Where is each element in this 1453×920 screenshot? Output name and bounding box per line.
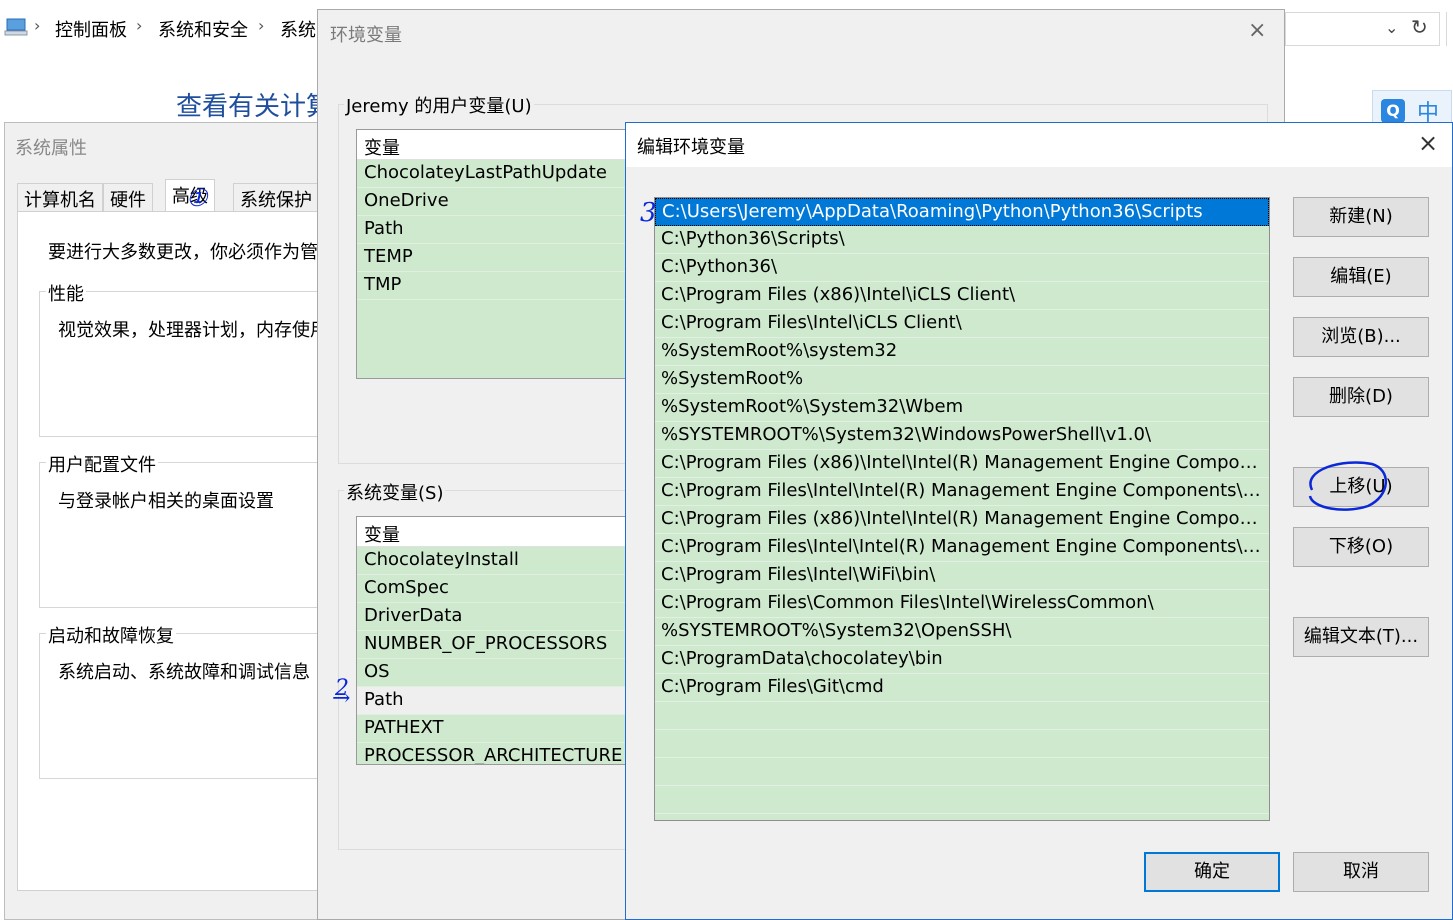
page-title: 查看有关计算 bbox=[176, 92, 333, 122]
chevron-down-icon[interactable]: ⌄ bbox=[1385, 18, 1398, 37]
chevron-right-icon: › bbox=[34, 16, 41, 35]
browse-button[interactable]: 浏览(B)... bbox=[1293, 317, 1429, 357]
list-item[interactable]: Path bbox=[357, 216, 655, 244]
annotation-mark-tab: ① bbox=[186, 184, 208, 212]
path-entry[interactable]: C:\Program Files\Git\cmd bbox=[655, 674, 1269, 702]
group-description: 系统启动、系统故障和调试信息 bbox=[58, 662, 310, 683]
path-entry[interactable]: %SYSTEMROOT%\System32\WindowsPowerShell\… bbox=[655, 422, 1269, 450]
list-item[interactable]: PATHEXT bbox=[357, 715, 655, 743]
edit-text-button[interactable]: 编辑文本(T)... bbox=[1293, 617, 1429, 657]
group-label: 性能 bbox=[46, 280, 86, 306]
performance-group bbox=[39, 291, 329, 437]
path-entry[interactable]: C:\ProgramData\chocolatey\bin bbox=[655, 646, 1269, 674]
list-item[interactable]: ComSpec bbox=[357, 575, 655, 603]
new-button[interactable]: 新建(N) bbox=[1293, 197, 1429, 237]
ok-button[interactable]: 确定 bbox=[1144, 852, 1280, 892]
group-description: 与登录帐户相关的桌面设置 bbox=[58, 491, 274, 512]
group-label: Jeremy 的用户变量(U) bbox=[344, 92, 534, 118]
path-entry-empty[interactable] bbox=[655, 730, 1269, 758]
column-header-variable[interactable]: 变量 bbox=[357, 517, 655, 547]
search-box-edge[interactable] bbox=[1446, 12, 1453, 46]
path-entries-list[interactable]: C:\Users\Jeremy\AppData\Roaming\Python\P… bbox=[654, 197, 1270, 821]
title-bar[interactable]: 编辑环境变量 × bbox=[626, 123, 1452, 167]
user-profiles-group bbox=[39, 462, 329, 608]
list-item[interactable]: TEMP bbox=[357, 244, 655, 272]
edit-button[interactable]: 编辑(E) bbox=[1293, 257, 1429, 297]
computer-icon bbox=[4, 18, 28, 36]
dialog-body: C:\Users\Jeremy\AppData\Roaming\Python\P… bbox=[626, 167, 1452, 919]
group-label: 系统变量(S) bbox=[344, 479, 446, 505]
dialog-title: 环境变量 bbox=[330, 25, 402, 46]
path-entry-selected[interactable]: C:\Users\Jeremy\AppData\Roaming\Python\P… bbox=[655, 198, 1269, 226]
breadcrumb-item[interactable]: 系统 bbox=[280, 16, 316, 42]
path-entry[interactable]: C:\Program Files\Intel\WiFi\bin\ bbox=[655, 562, 1269, 590]
chevron-right-icon: › bbox=[258, 16, 265, 35]
annotation-arrow-icon: → bbox=[332, 686, 351, 711]
system-vars-list[interactable]: 变量 ChocolateyInstall ComSpec DriverData … bbox=[356, 516, 656, 765]
path-entry[interactable]: C:\Program Files\Intel\iCLS Client\ bbox=[655, 310, 1269, 338]
close-icon[interactable]: × bbox=[1248, 18, 1266, 43]
path-entry[interactable]: C:\Python36\Scripts\ bbox=[655, 226, 1269, 254]
list-item[interactable]: OneDrive bbox=[357, 188, 655, 216]
tab-hardware[interactable]: 硬件 bbox=[103, 183, 153, 211]
startup-recovery-group bbox=[39, 633, 329, 779]
annotation-circle bbox=[1308, 461, 1388, 511]
move-down-button[interactable]: 下移(O) bbox=[1293, 527, 1429, 567]
user-vars-list[interactable]: 变量 ChocolateyLastPathUpdate OneDrive Pat… bbox=[356, 129, 656, 379]
path-entry[interactable]: C:\Program Files\Common Files\Intel\Wire… bbox=[655, 590, 1269, 618]
admin-note: 要进行大多数更改，你必须作为管 bbox=[48, 242, 318, 263]
delete-button[interactable]: 删除(D) bbox=[1293, 377, 1429, 417]
path-entry[interactable]: C:\Program Files\Intel\Intel(R) Manageme… bbox=[655, 478, 1269, 506]
list-item[interactable]: PROCESSOR_ARCHITECTURE bbox=[357, 743, 655, 764]
annotation-mark-list: 3 bbox=[640, 198, 657, 228]
list-item[interactable]: NUMBER_OF_PROCESSORS bbox=[357, 631, 655, 659]
path-entry[interactable]: %SystemRoot%\system32 bbox=[655, 338, 1269, 366]
edit-environment-variable-dialog: 编辑环境变量 × C:\Users\Jeremy\AppData\Roaming… bbox=[625, 122, 1453, 920]
dialog-title: 系统属性 bbox=[15, 138, 87, 159]
close-icon[interactable]: × bbox=[1418, 129, 1438, 157]
advanced-tab-panel: 要进行大多数更改，你必须作为管 性能 视觉效果，处理器计划，内存使用 用户配置文… bbox=[17, 211, 329, 891]
refresh-icon[interactable]: ↻ bbox=[1411, 15, 1428, 39]
list-item[interactable]: OS bbox=[357, 659, 655, 687]
path-entry-empty[interactable] bbox=[655, 786, 1269, 814]
chevron-right-icon: › bbox=[136, 16, 143, 35]
list-item[interactable]: ChocolateyInstall bbox=[357, 547, 655, 575]
group-label: 启动和故障恢复 bbox=[46, 622, 176, 648]
path-entry[interactable]: C:\Program Files (x86)\Intel\Intel(R) Ma… bbox=[655, 506, 1269, 534]
list-item[interactable]: DriverData bbox=[357, 603, 655, 631]
column-header-variable[interactable]: 变量 bbox=[357, 130, 655, 160]
path-entry[interactable]: C:\Program Files (x86)\Intel\Intel(R) Ma… bbox=[655, 450, 1269, 478]
path-entry[interactable]: C:\Program Files\Intel\Intel(R) Manageme… bbox=[655, 534, 1269, 562]
system-properties-dialog: 系统属性 计算机名 硬件 高级 系统保护 要进行大多数更改，你必须作为管 性能 … bbox=[4, 122, 329, 920]
group-label: 用户配置文件 bbox=[46, 451, 158, 477]
breadcrumb-item[interactable]: 控制面板 bbox=[55, 16, 127, 42]
list-item-selected[interactable]: Path bbox=[357, 687, 655, 715]
path-entry[interactable]: %SystemRoot% bbox=[655, 366, 1269, 394]
path-entry-empty[interactable] bbox=[655, 758, 1269, 786]
dialog-title: 编辑环境变量 bbox=[637, 137, 745, 158]
cancel-button[interactable]: 取消 bbox=[1293, 852, 1429, 892]
path-entry[interactable]: C:\Python36\ bbox=[655, 254, 1269, 282]
path-entry-empty[interactable] bbox=[655, 702, 1269, 730]
tab-computer-name[interactable]: 计算机名 bbox=[17, 183, 103, 211]
path-entry[interactable]: %SYSTEMROOT%\System32\OpenSSH\ bbox=[655, 618, 1269, 646]
group-description: 视觉效果，处理器计划，内存使用 bbox=[58, 320, 328, 341]
list-item[interactable]: TMP bbox=[357, 272, 655, 300]
tab-system-protection[interactable]: 系统保护 bbox=[233, 183, 319, 211]
breadcrumb-item[interactable]: 系统和安全 bbox=[158, 16, 248, 42]
ime-logo-icon: Q bbox=[1381, 99, 1405, 123]
path-entry[interactable]: %SystemRoot%\System32\Wbem bbox=[655, 394, 1269, 422]
path-entry[interactable]: C:\Program Files (x86)\Intel\iCLS Client… bbox=[655, 282, 1269, 310]
list-item[interactable]: ChocolateyLastPathUpdate bbox=[357, 160, 655, 188]
